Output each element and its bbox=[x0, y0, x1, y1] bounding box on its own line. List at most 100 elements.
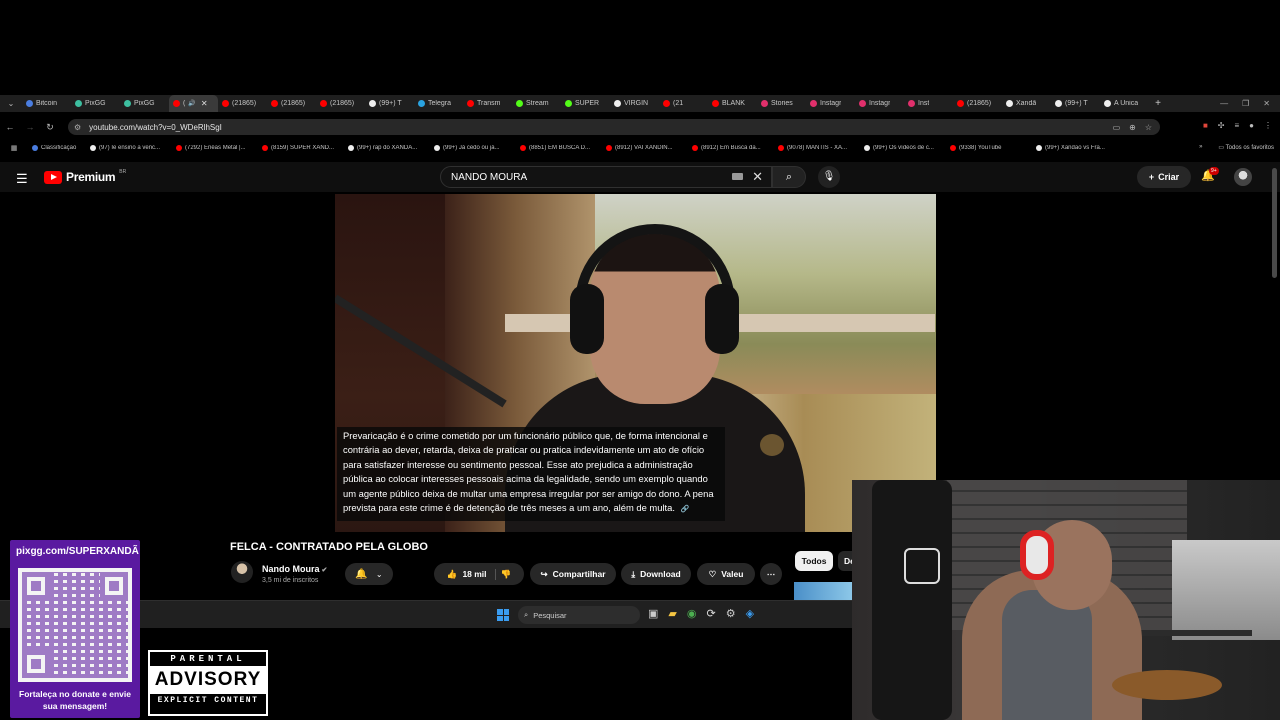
browser-tab[interactable]: Telegra bbox=[414, 95, 463, 112]
browser-tab[interactable]: BLANK bbox=[708, 95, 757, 112]
reload-icon[interactable]: ↻ bbox=[40, 122, 60, 133]
bookmark-item[interactable]: (99+) Xandão vs Fra... bbox=[1032, 144, 1118, 151]
cast-icon[interactable]: ▭ bbox=[1113, 123, 1121, 132]
browser-tab[interactable]: (21865) bbox=[316, 95, 365, 112]
forward-icon[interactable]: → bbox=[20, 122, 40, 132]
tab-close-icon[interactable]: ✕ bbox=[201, 99, 208, 108]
bookmark-item[interactable]: (99+) Os vídeos de c... bbox=[860, 144, 946, 151]
site-info-icon[interactable]: ⚙ bbox=[74, 123, 81, 132]
new-tab-button[interactable]: + bbox=[1149, 98, 1167, 109]
chrome-menu-icon[interactable]: ⋮ bbox=[1264, 121, 1272, 130]
headphone-right bbox=[705, 284, 739, 354]
browser-tab[interactable]: (21865) bbox=[267, 95, 316, 112]
subscription-bell-button[interactable]: 🔔 ⌄ bbox=[345, 563, 393, 585]
bookmark-item[interactable]: Classificação bbox=[28, 144, 86, 151]
browser-tab[interactable]: Instagr bbox=[806, 95, 855, 112]
app-icon[interactable]: ⟳ bbox=[706, 607, 715, 620]
tab-list-icon[interactable]: ≡ bbox=[1234, 121, 1239, 130]
browser-tab[interactable]: (99+) T bbox=[1051, 95, 1100, 112]
channel-avatar[interactable] bbox=[231, 561, 253, 583]
chip-all[interactable]: Todos bbox=[795, 551, 833, 571]
profile-icon[interactable]: ● bbox=[1249, 121, 1254, 130]
tab-favicon-icon bbox=[810, 100, 817, 107]
browser-tab[interactable]: (21865) bbox=[218, 95, 267, 112]
browser-tab[interactable]: Stream bbox=[512, 95, 561, 112]
thanks-button[interactable]: ♡ Valeu bbox=[697, 563, 755, 585]
tab-favicon-icon bbox=[859, 100, 866, 107]
tab-search-icon[interactable]: ⌄ bbox=[0, 99, 22, 108]
browser-tab[interactable]: (21 bbox=[659, 95, 708, 112]
close-window-icon[interactable]: ✕ bbox=[1263, 99, 1270, 108]
app-blue-icon[interactable]: ◈ bbox=[746, 607, 754, 620]
bookmark-item[interactable]: (99+) rap do XANDÃ... bbox=[344, 144, 430, 151]
browser-tab[interactable]: Stories bbox=[757, 95, 806, 112]
all-bookmarks-folder[interactable]: ▭ Todos os favoritos bbox=[1218, 144, 1274, 151]
more-actions-button[interactable]: ⋯ bbox=[760, 563, 782, 585]
search-button[interactable]: ⌕ bbox=[772, 166, 806, 188]
browser-tab[interactable]: Xandã bbox=[1002, 95, 1051, 112]
page-scrollbar[interactable] bbox=[1272, 168, 1277, 278]
address-bar[interactable]: ⚙ youtube.com/watch?v=0_WDeRlhSgI ▭ ⊕ ☆ bbox=[68, 119, 1160, 135]
browser-tab[interactable]: Transm bbox=[463, 95, 512, 112]
zoom-icon[interactable]: ⊕ bbox=[1129, 123, 1136, 132]
search-input[interactable]: NANDO MOURA ✕ bbox=[440, 166, 772, 188]
maximize-icon[interactable]: ❐ bbox=[1242, 99, 1249, 108]
taskbar-search[interactable]: ⌕ Pesquisar bbox=[518, 606, 640, 624]
bookmark-item[interactable]: (97) Ie ensino a venc... bbox=[86, 144, 172, 151]
task-view-icon[interactable]: ▣ bbox=[648, 607, 658, 620]
like-button[interactable]: 👍 18 mil bbox=[447, 568, 496, 580]
recommended-thumbnail[interactable] bbox=[794, 582, 852, 600]
clear-search-icon[interactable]: ✕ bbox=[752, 169, 763, 185]
browser-tab[interactable]: PixGG bbox=[71, 95, 120, 112]
tab-favicon-icon bbox=[908, 100, 915, 107]
channel-name-link[interactable]: Nando Moura ✔ bbox=[262, 564, 327, 574]
tab-label: BLANK bbox=[722, 100, 745, 107]
extensions-puzzle-icon[interactable]: ✣ bbox=[1218, 121, 1225, 130]
bookmark-item[interactable]: (8912) VAI XANDIN... bbox=[602, 144, 688, 151]
browser-tab[interactable]: Instagr bbox=[855, 95, 904, 112]
bookmark-item[interactable]: (8912) Em Busca da... bbox=[688, 144, 774, 151]
brand-label: Premium bbox=[66, 170, 116, 184]
youtube-logo[interactable]: Premium BR bbox=[44, 169, 127, 184]
bookmark-item[interactable]: (9078) MANTIS - XA... bbox=[774, 144, 860, 151]
browser-tab[interactable]: A Única bbox=[1100, 95, 1149, 112]
tab-label: SUPER bbox=[575, 100, 600, 107]
browser-tab[interactable]: VIRGIN bbox=[610, 95, 659, 112]
bookmark-star-icon[interactable]: ☆ bbox=[1145, 123, 1152, 132]
tab-audio-icon[interactable]: 🔊 bbox=[188, 100, 195, 107]
bookmark-item[interactable]: (7292) Enéas Metal |... bbox=[172, 144, 258, 151]
bookmark-item[interactable]: (8159) SUPER XAND... bbox=[258, 144, 344, 151]
browser-tab[interactable]: PixGG bbox=[120, 95, 169, 112]
bookmarks-overflow-icon[interactable]: » bbox=[1199, 144, 1202, 151]
country-code: BR bbox=[119, 169, 127, 175]
account-avatar[interactable] bbox=[1234, 168, 1252, 186]
apps-grid-icon[interactable]: ▦ bbox=[0, 144, 28, 152]
voice-search-button[interactable]: 🎙 bbox=[818, 166, 840, 188]
menu-icon[interactable]: ☰ bbox=[16, 171, 28, 187]
bookmark-favicon-icon bbox=[778, 144, 784, 151]
minimize-icon[interactable]: — bbox=[1220, 99, 1228, 108]
browser-tab[interactable]: Inst bbox=[904, 95, 953, 112]
create-button[interactable]: + Criar bbox=[1137, 166, 1191, 188]
keyboard-icon[interactable] bbox=[732, 173, 743, 180]
browser-tab[interactable]: (99+) T bbox=[365, 95, 414, 112]
tab-favicon-icon bbox=[75, 100, 82, 107]
download-button[interactable]: ⤓ Download bbox=[621, 563, 691, 585]
bookmark-item[interactable]: (8851) EM BUSCA D... bbox=[516, 144, 602, 151]
share-button[interactable]: ↪ Compartilhar bbox=[530, 563, 616, 585]
browser-tab[interactable]: (21865) bbox=[953, 95, 1002, 112]
bookmark-item[interactable]: (99+) Já cedo ou já... bbox=[430, 144, 516, 151]
bookmark-item[interactable]: (9338) YouTube bbox=[946, 144, 1032, 151]
dislike-button[interactable]: 👎 bbox=[501, 569, 512, 580]
extension-icon[interactable]: ■ bbox=[1203, 121, 1208, 130]
file-explorer-icon[interactable]: ▰ bbox=[668, 607, 676, 620]
chrome-icon[interactable]: ◉ bbox=[687, 607, 697, 620]
windows-start-icon[interactable] bbox=[497, 609, 509, 621]
browser-tab[interactable]: (🔊 ✕ bbox=[169, 95, 218, 112]
browser-tab[interactable]: SUPER bbox=[561, 95, 610, 112]
bell-icon: 🔔 bbox=[355, 568, 368, 580]
back-icon[interactable]: ← bbox=[0, 122, 20, 132]
settings-icon[interactable]: ⚙ bbox=[726, 607, 736, 620]
tab-favicon-icon bbox=[467, 100, 474, 107]
browser-tab[interactable]: Bitcoin bbox=[22, 95, 71, 112]
